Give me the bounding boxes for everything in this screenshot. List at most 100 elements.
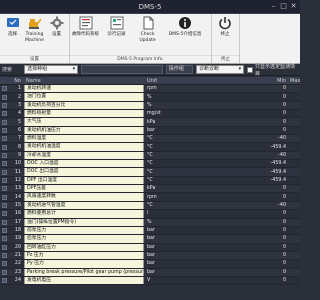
row-checkbox[interactable] [0,269,8,275]
checkbox[interactable] [1,119,7,125]
maximize-button[interactable]: □ [279,2,288,11]
table-row[interactable]: 2 油门位置% 0 [0,93,300,102]
checkbox[interactable] [1,194,7,200]
checkbox[interactable] [1,211,7,217]
checkbox[interactable] [1,202,7,208]
training-machine-button[interactable]: Training Machine [24,16,45,43]
table-row[interactable]: 21 Pz 压力 bar 0 [0,251,300,261]
checkbox[interactable] [1,278,7,284]
row-checkbox[interactable] [0,94,8,100]
checkbox[interactable] [1,261,7,267]
checkbox[interactable] [1,177,7,183]
row-checkbox[interactable] [0,111,8,117]
power-icon [218,16,232,30]
checkbox[interactable] [1,219,7,225]
table-row[interactable]: 16 燃料使用总计 l 0 [0,210,300,219]
row-checkbox[interactable] [0,194,8,200]
select-button[interactable]: 选择 [2,16,23,38]
row-checkbox[interactable] [0,144,8,150]
row-unit: bar [147,127,155,133]
checkbox[interactable] [1,169,7,175]
exit-button[interactable]: 终止 [214,16,236,38]
program-info-button[interactable]: DMS-5介绍信息 [165,16,205,38]
checkbox[interactable] [1,152,7,158]
row-number: 13 [14,186,21,192]
table-row[interactable]: 15 发动机进气管温度 °C -40 [0,201,300,211]
checkbox[interactable] [1,186,7,192]
row-checkbox[interactable] [0,169,8,175]
row-checkbox[interactable] [0,136,8,142]
table-row[interactable]: 8 发动机机油温度 °C -459.4 [0,143,300,152]
checkbox[interactable] [1,236,7,242]
table-row[interactable]: 7 燃料温度 °C -40 [0,135,300,144]
show-selected-checkbox[interactable]: 只显示选定监测项目 [247,63,298,77]
table-row[interactable]: 1 发动机转速 rpm 0 [0,85,300,94]
table-row[interactable]: 5 大气压 kPa 0 [0,118,300,127]
row-checkbox[interactable] [0,177,8,183]
table-row[interactable]: 24 发电机电压 V 0 [0,276,300,286]
row-unit: bar [147,244,155,250]
row-checkbox[interactable] [0,219,8,225]
checkbox[interactable] [1,111,7,117]
table-row[interactable]: 10 DOC 入口温度 °C -459.4 [0,160,300,169]
checkbox[interactable] [247,66,253,73]
row-name: 发动机转速 [24,85,144,93]
row-checkbox[interactable] [0,186,8,192]
table-row[interactable]: 6 发动机机油压力 bar 0 [0,126,300,136]
fault-code-button[interactable]: 故障代码系统 [72,16,99,38]
mode-select[interactable]: 诊断诊断 ▾ [195,65,245,74]
row-checkbox[interactable] [0,202,8,208]
row-checkbox[interactable] [0,236,8,242]
checkbox[interactable] [1,86,7,92]
row-checkbox[interactable] [0,119,8,125]
checkbox[interactable] [1,269,7,275]
gear-icon [50,16,64,30]
table-row[interactable]: 17 油门(操纵位置PM指令)% 0 [0,218,300,227]
checkbox[interactable] [1,127,7,133]
checkbox[interactable] [1,144,7,150]
table-row[interactable]: 22 Py 压力 bar 0 [0,260,300,269]
row-checkbox[interactable] [0,102,8,108]
checkbox[interactable] [1,244,7,250]
row-checkbox[interactable] [0,86,8,92]
row-checkbox[interactable] [0,161,8,167]
search-input[interactable] [81,65,163,74]
table-row[interactable]: 20 回转油缸压力 bar 0 [0,243,300,252]
row-checkbox[interactable] [0,261,8,267]
checkbox[interactable] [1,161,7,167]
row-checkbox[interactable] [0,228,8,234]
checkbox[interactable] [1,228,7,234]
check-update-button[interactable]: Check Update [134,16,161,43]
minimize-button[interactable]: – [269,2,278,11]
close-button[interactable]: ✕ [289,2,298,11]
operation-group-button[interactable]: 操作组 [165,65,193,74]
row-checkbox[interactable] [0,152,8,158]
row-name: 大气压 [24,118,144,126]
table-row[interactable]: 4 燃料喷射量 mg/st 0 [0,110,300,119]
checkbox[interactable] [1,253,7,259]
table-row[interactable]: 18 前泵压力 bar 0 [0,226,300,236]
row-checkbox[interactable] [0,127,8,133]
checkbox[interactable] [1,102,7,108]
table-row[interactable]: 12 DPF 出口温度 °C -459.4 [0,176,300,186]
row-name: 回转油缸压力 [24,243,144,251]
table-row[interactable]: 23 Parking break pressure/Pilot gear pump… [0,268,300,277]
machine-icon [28,16,42,30]
table-row[interactable]: 11 DOC 出口温度 °C -459.4 [0,168,300,177]
record-button[interactable]: 诊行记录 [103,16,130,38]
table-row[interactable]: 19 后泵压力 bar 0 [0,235,300,244]
table-row[interactable]: 3 发动机负荷百分比% 0 [0,101,300,111]
table-row[interactable]: 9 冷却水温度 °C -40 [0,151,300,161]
table-row[interactable]: 13 DPF压差 kPa 0 [0,185,300,194]
row-checkbox[interactable] [0,253,8,259]
checkbox[interactable] [1,94,7,100]
table-row[interactable]: 14 风扇速度转数 rpm 0 [0,193,300,202]
row-checkbox[interactable] [0,211,8,217]
group-select[interactable]: 选择种组 ▾ [24,65,79,74]
ribbon-group-program-info: 故障代码系统 诊行记录 Check Update DMS-5介绍信息 DMS-5… [70,14,212,63]
checkbox[interactable] [1,136,7,142]
row-checkbox[interactable] [0,278,8,284]
settings-button[interactable]: 设置 [46,16,67,38]
row-checkbox[interactable] [0,244,8,250]
row-name: 后泵压力 [24,235,144,243]
